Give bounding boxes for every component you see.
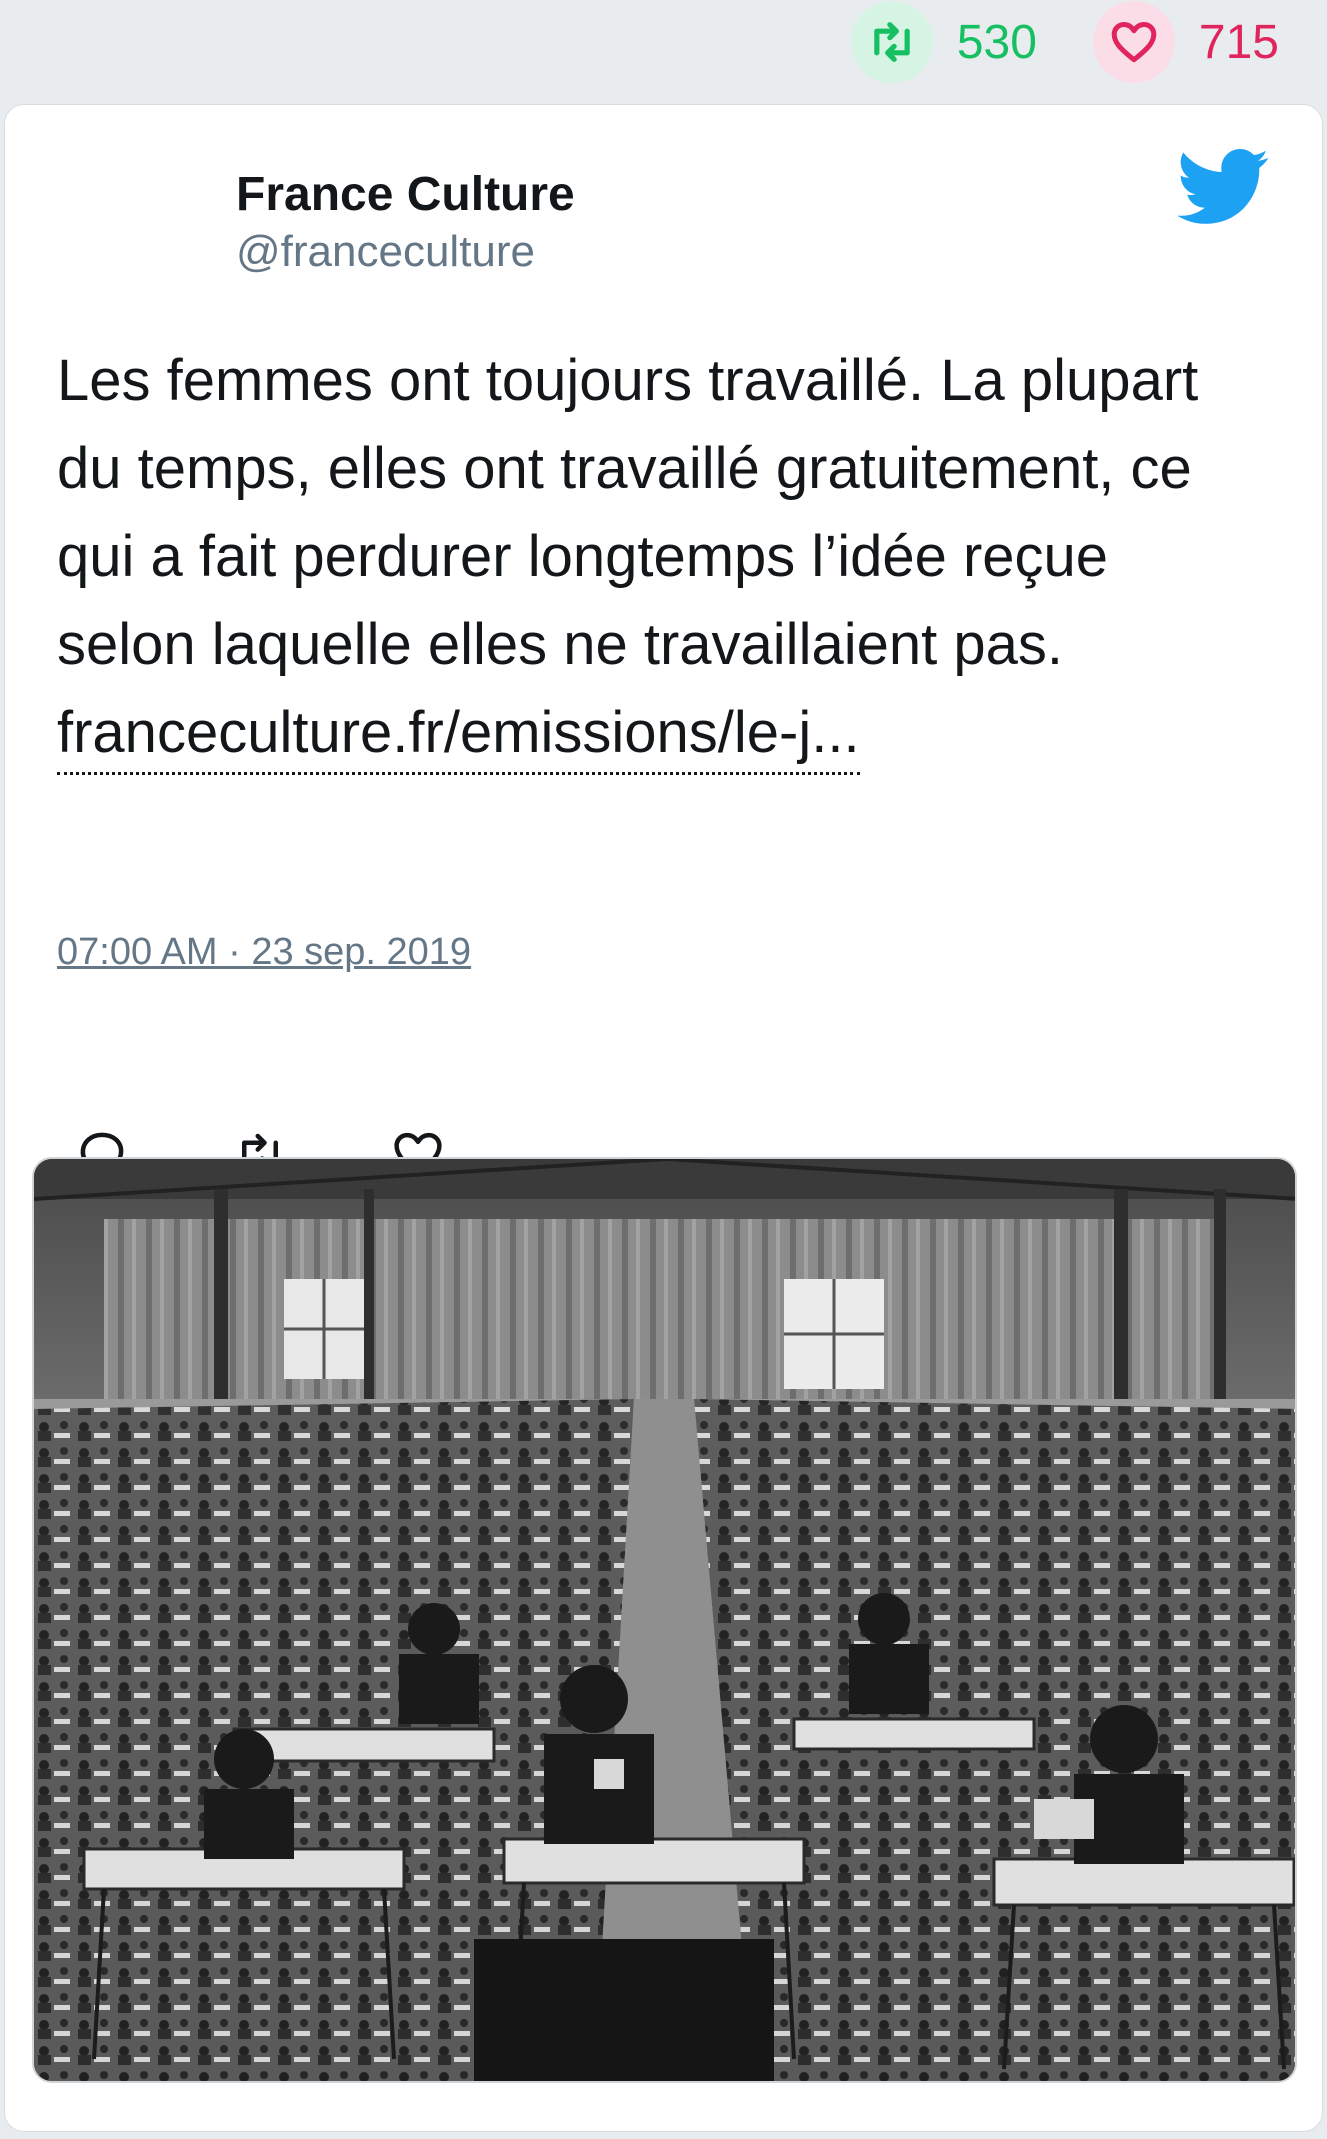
engagement-stats: 530 715 xyxy=(850,0,1279,84)
like-count-stat[interactable]: 715 xyxy=(1092,1,1279,83)
like-count: 715 xyxy=(1198,15,1279,69)
tweet-photo[interactable] xyxy=(32,1157,1297,2083)
tweet-body: Les femmes ont toujours travaillé. La pl… xyxy=(57,348,1199,677)
author-name[interactable]: France Culture xyxy=(236,167,575,222)
tweet-text: Les femmes ont toujours travaillé. La pl… xyxy=(57,337,1237,777)
workshop-photo-image xyxy=(34,1159,1295,2081)
author-handle[interactable]: @franceculture xyxy=(236,227,535,277)
retweet-icon xyxy=(850,1,933,83)
avatar[interactable] xyxy=(61,163,181,283)
retweet-count: 530 xyxy=(956,15,1037,69)
tweet-link[interactable]: franceculture.fr/emissions/le-j... xyxy=(57,694,860,775)
twitter-bird-icon[interactable] xyxy=(1178,147,1270,227)
retweet-count-stat[interactable]: 530 xyxy=(850,1,1037,83)
tweet-timestamp[interactable]: 07:00 AM · 23 sep. 2019 xyxy=(57,931,471,974)
tweet-card[interactable]: France Culture @franceculture Les femmes… xyxy=(4,104,1323,2132)
heart-icon xyxy=(1092,1,1175,83)
